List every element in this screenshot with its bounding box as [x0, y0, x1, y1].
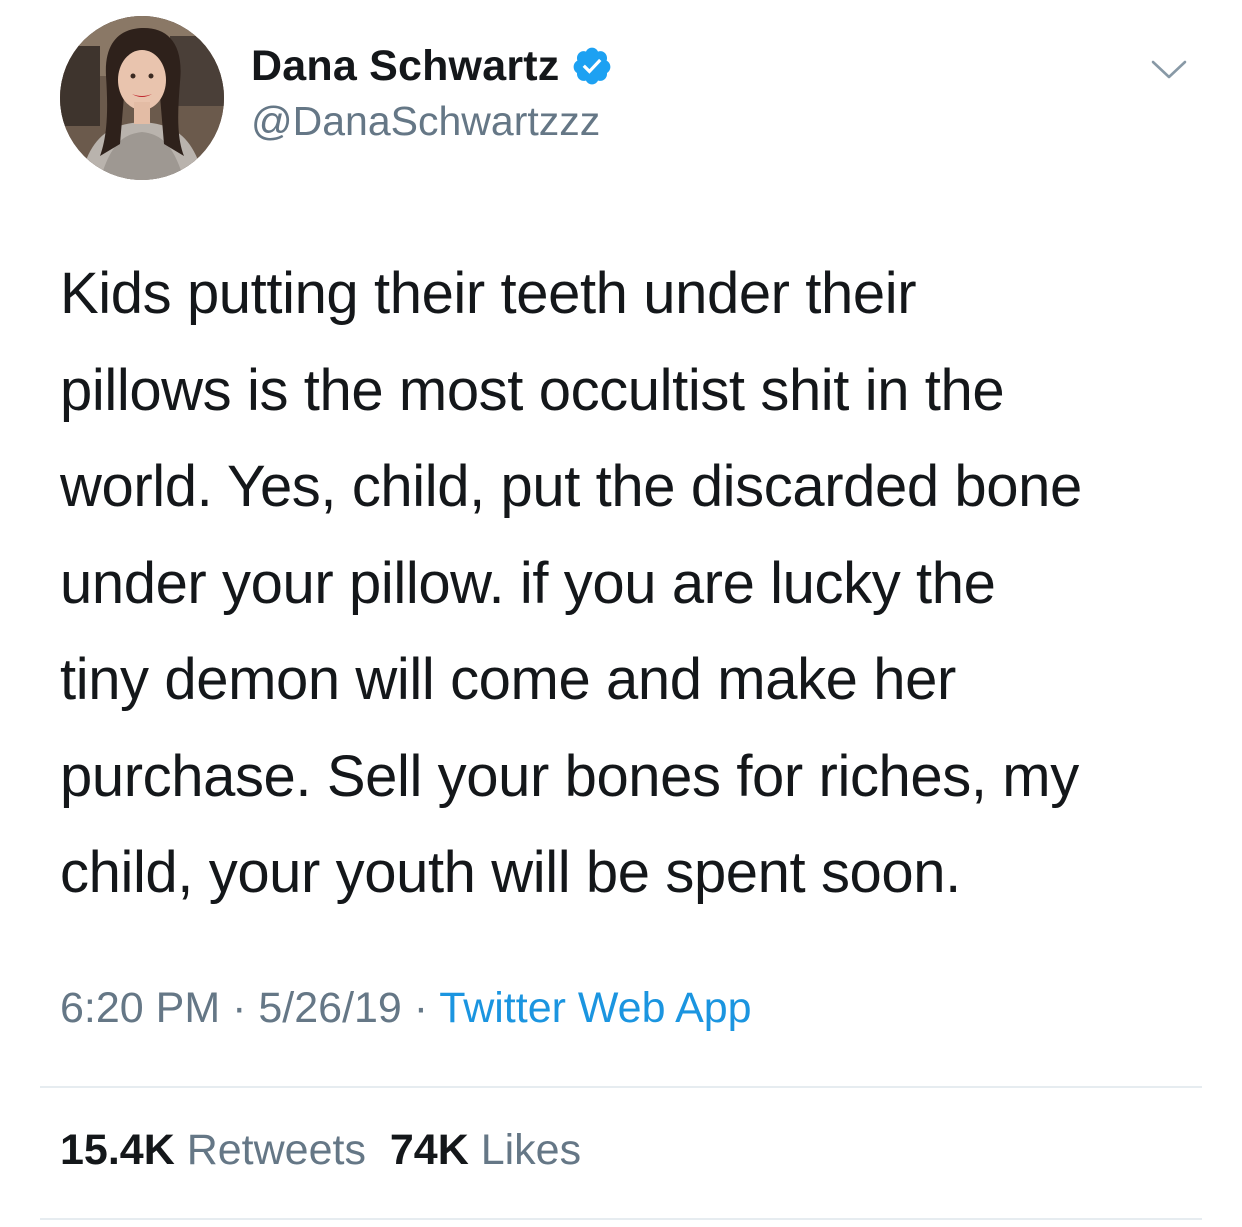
author-name-row: Dana Schwartz	[251, 38, 613, 94]
likes-count: 74K	[389, 1126, 469, 1174]
retweets-stat[interactable]: 15.4K Retweets	[60, 1126, 366, 1174]
meta-separator: ·	[232, 984, 247, 1032]
tweet-text: Kids putting their teeth under their pil…	[60, 261, 1082, 905]
display-name[interactable]: Dana Schwartz	[251, 42, 559, 91]
tweet-date[interactable]: 5/26/19	[258, 984, 401, 1032]
chevron-down-icon[interactable]	[1150, 58, 1188, 82]
tweet-stats: 15.4K Retweets 74K Likes	[60, 1126, 581, 1175]
tweet-card: Dana Schwartz @DanaSchwartzzz Kids putti…	[0, 0, 1242, 1227]
tweet-source-link[interactable]: Twitter Web App	[439, 984, 751, 1032]
avatar-photo	[60, 16, 224, 180]
retweets-label: Retweets	[186, 1126, 366, 1174]
likes-stat[interactable]: 74K Likes	[390, 1126, 581, 1174]
tweet-time[interactable]: 6:20 PM	[60, 984, 220, 1032]
avatar[interactable]	[60, 16, 224, 180]
likes-label: Likes	[480, 1126, 582, 1174]
divider	[40, 1086, 1202, 1088]
meta-separator: ·	[413, 984, 429, 1032]
verified-badge-icon	[571, 45, 613, 87]
tweet-meta: 6:20 PM · 5/26/19 · Twitter Web App	[60, 984, 752, 1033]
divider	[40, 1218, 1202, 1220]
retweets-count: 15.4K	[60, 1126, 175, 1174]
user-handle[interactable]: @DanaSchwartzzz	[251, 98, 600, 145]
